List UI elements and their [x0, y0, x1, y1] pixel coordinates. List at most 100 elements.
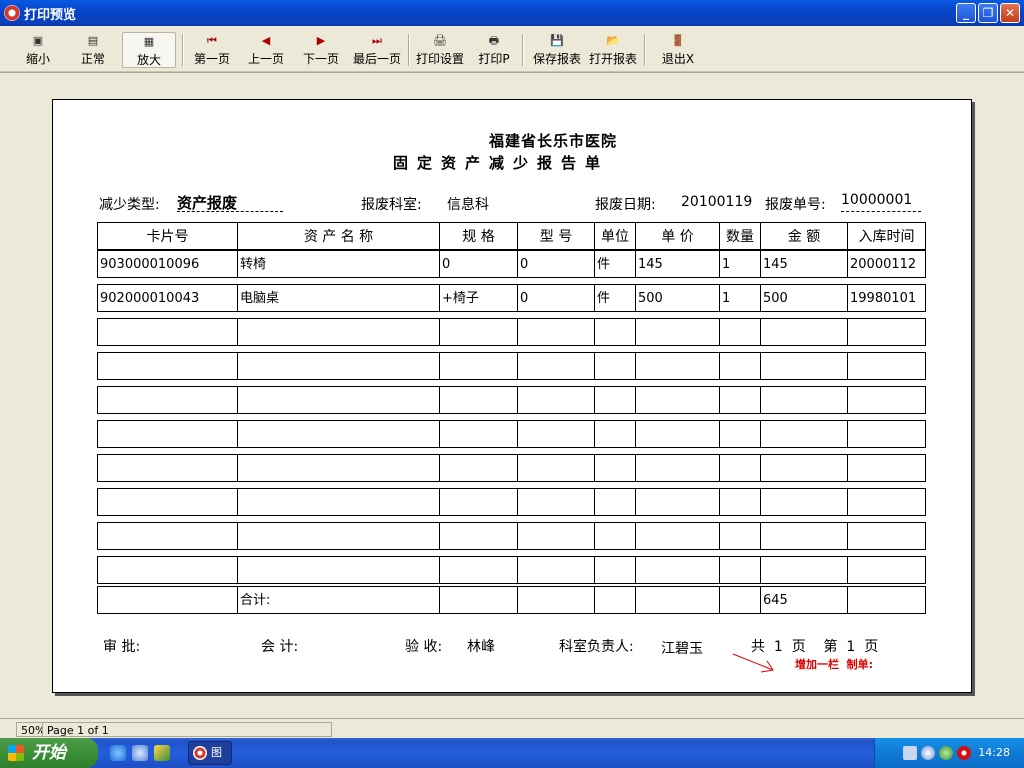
table-row	[97, 420, 926, 448]
window-title: 打印预览	[24, 8, 77, 23]
zoom-out-label: 缩小	[25, 52, 50, 66]
next-page-icon: ▶	[316, 34, 326, 47]
printer-settings-icon: 🖨	[433, 34, 447, 47]
table-cell	[439, 386, 518, 414]
normal-label: 正常	[80, 52, 105, 66]
desktop-icon[interactable]	[154, 745, 170, 761]
table-cell	[439, 488, 518, 516]
table-header-cell: 资 产 名 称	[237, 222, 440, 250]
table-cell	[517, 586, 595, 614]
save-report-button[interactable]: 💾 保存报表	[530, 32, 584, 68]
minimize-button[interactable]: _	[956, 3, 976, 23]
table-cell	[517, 352, 595, 380]
table-cell	[594, 488, 636, 516]
stop-icon[interactable]	[957, 746, 971, 760]
toolbar: ▣ 缩小 ▤ 正常 ▦ 放大 ⏮ 第一页 ◀ 上一页 ▶ 下一页 ⏭ 最后一页 …	[0, 26, 1024, 72]
table-cell	[439, 318, 518, 346]
table-cell	[719, 386, 761, 414]
zoom-in-button[interactable]: ▦ 放大	[122, 32, 176, 68]
table-header-cell: 单 价	[635, 222, 720, 250]
print-button[interactable]: 🖶 打印P	[474, 32, 514, 68]
table-cell	[439, 352, 518, 380]
media-icon[interactable]	[132, 745, 148, 761]
normal-icon: ▤	[87, 34, 99, 47]
table-cell: 电脑桌	[237, 284, 440, 312]
dept-head-value: 江碧玉	[661, 641, 703, 657]
ie-icon[interactable]	[110, 745, 126, 761]
table-row	[97, 454, 926, 482]
table-cell	[760, 420, 848, 448]
prev-page-button[interactable]: ◀ 上一页	[244, 32, 288, 68]
table-row	[97, 318, 926, 346]
preview-area[interactable]: 福建省长乐市医院 固定资产减少报告单 减少类型: 资产报废 报废科室: 信息科 …	[0, 72, 1024, 718]
table-cell	[237, 318, 440, 346]
table-cell	[439, 522, 518, 550]
close-button[interactable]: ✕	[1000, 3, 1020, 23]
prev-page-icon: ◀	[261, 34, 271, 47]
table-cell	[237, 454, 440, 482]
table-header-cell: 单位	[594, 222, 636, 250]
table-cell	[635, 488, 720, 516]
print-setup-button[interactable]: 🖨 打印设置	[414, 32, 466, 68]
table-cell	[760, 488, 848, 516]
table-cell: 19980101	[847, 284, 926, 312]
table-cell	[517, 522, 595, 550]
table-cell	[97, 454, 238, 482]
network-icon[interactable]	[921, 746, 935, 760]
exit-button[interactable]: 🚪 退出X	[658, 32, 698, 68]
table-cell	[847, 586, 926, 614]
table-cell: 500	[760, 284, 848, 312]
table-cell	[439, 556, 518, 584]
table-cell	[847, 386, 926, 414]
table-cell	[237, 352, 440, 380]
keyboard-icon[interactable]	[903, 746, 917, 760]
table-cell	[97, 586, 238, 614]
last-page-button[interactable]: ⏭ 最后一页	[350, 32, 404, 68]
app-icon	[193, 746, 207, 760]
table-cell	[237, 556, 440, 584]
table-total-row: 合计: 645	[97, 586, 926, 614]
table-cell	[635, 318, 720, 346]
table-cell	[594, 420, 636, 448]
zoom-out-icon: ▣	[32, 34, 44, 47]
table-cell	[760, 556, 848, 584]
reduce-type-value: 资产报废	[177, 194, 238, 212]
open-report-button[interactable]: 📂 打开报表	[586, 32, 640, 68]
dept-value: 信息科	[447, 197, 489, 213]
next-page-button[interactable]: ▶ 下一页	[299, 32, 343, 68]
table-cell	[635, 352, 720, 380]
table-cell	[97, 488, 238, 516]
table-cell	[719, 556, 761, 584]
table-cell	[517, 318, 595, 346]
table-cell	[847, 420, 926, 448]
table-cell: 645	[760, 586, 848, 614]
zoom-out-button[interactable]: ▣ 缩小	[16, 32, 60, 68]
table-cell	[635, 386, 720, 414]
first-page-button[interactable]: ⏮ 第一页	[190, 32, 234, 68]
table-header-cell: 规 格	[439, 222, 518, 250]
table-row	[97, 488, 926, 516]
normal-button[interactable]: ▤ 正常	[70, 32, 116, 68]
table-cell	[719, 454, 761, 482]
annotation-note: 增加一栏 制单:	[795, 658, 874, 671]
table-row	[97, 522, 926, 550]
table-cell	[847, 488, 926, 516]
floppy-disk-icon: 💾	[550, 34, 564, 47]
table-cell: 合计:	[237, 586, 440, 614]
table-cell: 1	[719, 250, 761, 278]
table-cell	[97, 386, 238, 414]
security-icon[interactable]	[939, 746, 953, 760]
table-cell	[719, 586, 761, 614]
table-cell	[594, 352, 636, 380]
restore-button[interactable]: ❐	[978, 3, 998, 23]
report-page: 福建省长乐市医院 固定资产减少报告单 减少类型: 资产报废 报废科室: 信息科 …	[52, 99, 972, 693]
report-no-label: 报废单号:	[765, 197, 826, 213]
taskbar-app-item[interactable]: 图	[188, 741, 232, 765]
date-value: 20100119	[681, 194, 753, 210]
table-cell	[97, 420, 238, 448]
table-cell	[97, 352, 238, 380]
start-label: 开始	[32, 743, 66, 763]
toolbar-separator	[182, 34, 184, 66]
start-button[interactable]: 开始	[0, 738, 98, 768]
exit-door-icon: 🚪	[671, 34, 685, 47]
